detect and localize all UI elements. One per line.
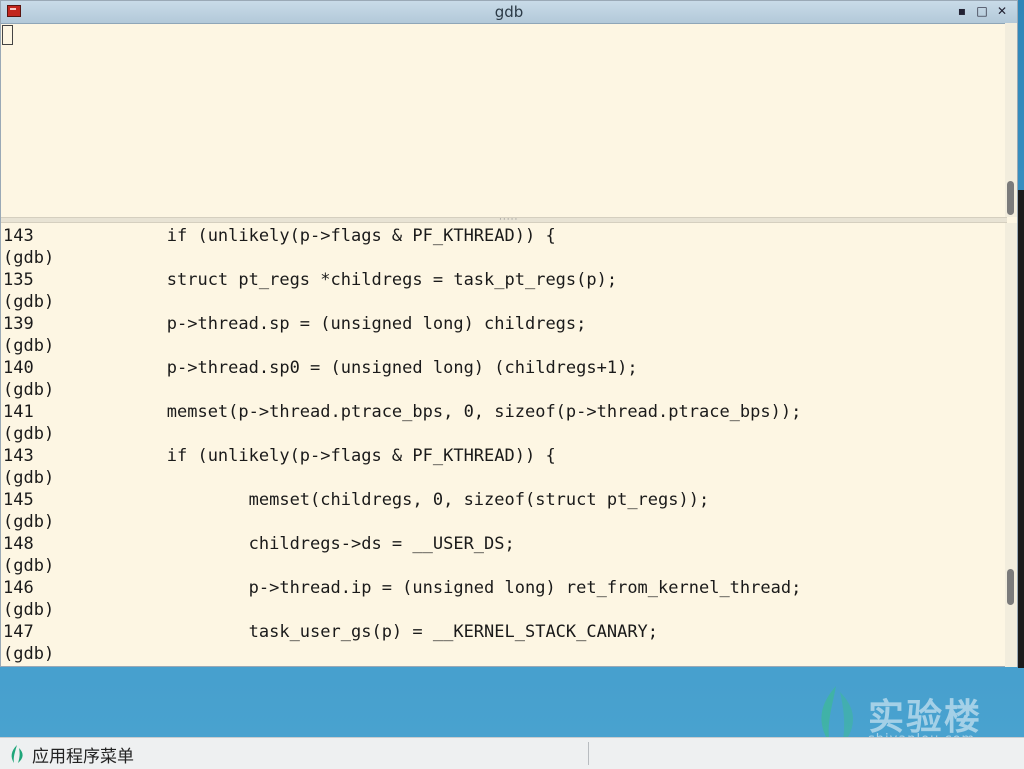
gdb-prompt-line: (gdb) [3, 556, 55, 576]
gdb-prompt-line: (gdb) [3, 644, 55, 664]
gdb-prompt-line: (gdb) [3, 424, 55, 444]
upper-scrollbar[interactable] [1005, 23, 1017, 217]
source-line: 139 p->thread.sp = (unsigned long) child… [3, 314, 587, 334]
gdb-prompt-line: (gdb) [3, 336, 55, 356]
source-line: 145 memset(childregs, 0, sizeof(struct p… [3, 490, 710, 510]
upper-terminal-pane[interactable] [1, 23, 1007, 217]
gdb-prompt-line: (gdb) [3, 468, 55, 488]
text-cursor [2, 25, 13, 45]
source-line: 147 task_user_gs(p) = __KERNEL_STACK_CAN… [3, 622, 659, 642]
source-line: 135 struct pt_regs *childregs = task_pt_… [3, 270, 618, 290]
gdb-prompt-line: (gdb) [3, 380, 55, 400]
title-bar[interactable]: gdb ▪ □ ✕ [1, 1, 1017, 24]
applications-menu-label: 应用程序菜单 [32, 746, 134, 767]
gdb-window: gdb ▪ □ ✕ ····· 143 if (unlikely(p->flag… [0, 0, 1018, 667]
taskbar-separator [588, 742, 589, 765]
window-title: gdb [494, 3, 524, 21]
gdb-prompt-line: (gdb) [3, 248, 55, 268]
taskbar: 应用程序菜单 [0, 737, 1024, 769]
gdb-output[interactable]: 143 if (unlikely(p->flags & PF_KTHREAD))… [3, 225, 1003, 667]
upper-scroll-thumb[interactable] [1007, 181, 1014, 215]
window-edge [1018, 190, 1024, 668]
close-icon[interactable]: ✕ [995, 3, 1009, 19]
source-line: 143 if (unlikely(p->flags & PF_KTHREAD))… [3, 226, 556, 246]
maximize-icon[interactable]: □ [975, 3, 989, 19]
gdb-prompt-line: (gdb) [3, 292, 55, 312]
drag-handle-icon[interactable]: ····· [499, 216, 518, 225]
source-line: 140 p->thread.sp0 = (unsigned long) (chi… [3, 358, 638, 378]
source-line: 141 memset(p->thread.ptrace_bps, 0, size… [3, 402, 802, 422]
pane-divider[interactable]: ····· [1, 216, 1007, 225]
source-line: 148 childregs->ds = __USER_DS; [3, 534, 515, 554]
source-line: 146 p->thread.ip = (unsigned long) ret_f… [3, 578, 802, 598]
leaf-icon [10, 745, 24, 763]
gdb-prompt-line: (gdb) [3, 512, 55, 532]
source-line: 143 if (unlikely(p->flags & PF_KTHREAD))… [3, 446, 556, 466]
applications-menu-button[interactable]: 应用程序菜单 [10, 743, 134, 767]
lower-scroll-thumb[interactable] [1007, 569, 1014, 605]
gdb-prompt-line: (gdb) [3, 600, 55, 620]
minimize-icon[interactable]: ▪ [955, 3, 969, 19]
lower-scrollbar[interactable] [1005, 223, 1017, 667]
